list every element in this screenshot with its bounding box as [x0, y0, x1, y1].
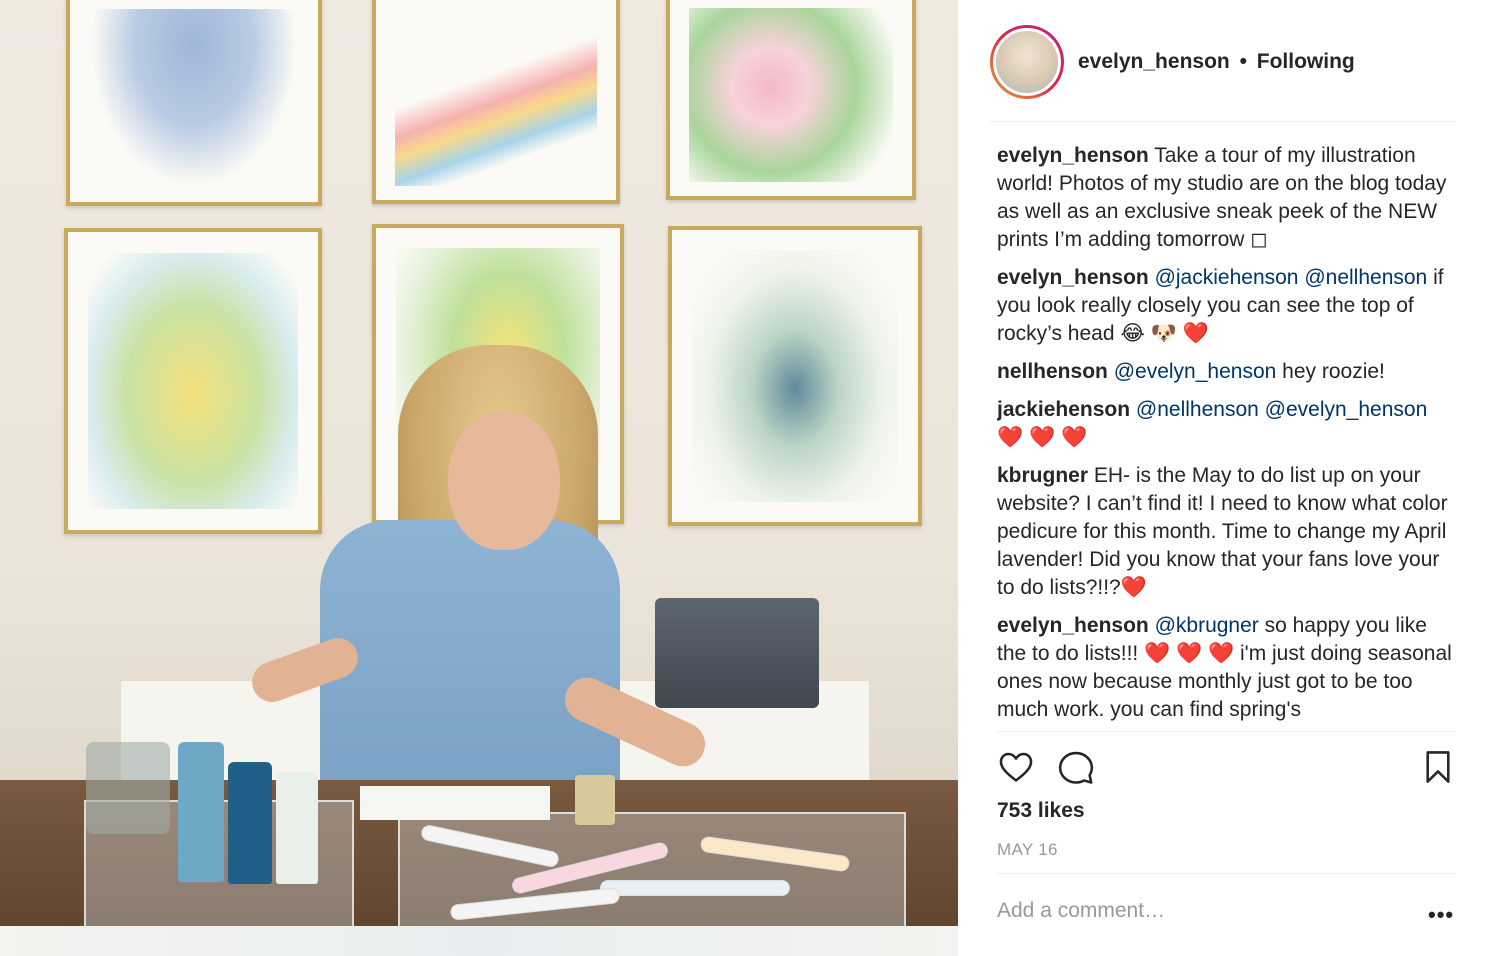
paint-bottle — [228, 762, 272, 884]
sketch-paper — [0, 926, 958, 956]
comment-username[interactable]: nellhenson — [997, 360, 1108, 383]
comment-text: ❤️ ❤️ ❤️ — [997, 426, 1088, 449]
printer — [655, 598, 819, 708]
comment-item: evelyn_henson @kbrugner so happy you lik… — [997, 612, 1459, 724]
post-date: MAY 16 — [997, 840, 1058, 859]
artwork-frame — [66, 0, 322, 206]
post-header-text: evelyn_henson • Following — [1078, 50, 1355, 74]
post-header: evelyn_henson • Following — [990, 24, 1456, 122]
bookmark-icon[interactable] — [1419, 748, 1457, 786]
paint-bottle — [276, 772, 318, 884]
artwork-frame — [372, 0, 620, 204]
comment-item: evelyn_henson @jackiehenson @nellhenson … — [997, 264, 1459, 348]
mention-link[interactable]: @nellhenson — [1136, 398, 1259, 421]
person-face — [448, 410, 560, 550]
comment-item: kbrugner EH- is the May to do list up on… — [997, 462, 1459, 602]
heart-outline-icon[interactable] — [997, 748, 1035, 786]
artwork-frame — [666, 0, 916, 200]
person-shirt — [320, 520, 620, 790]
username-link[interactable]: evelyn_henson — [1078, 50, 1230, 73]
comments-list[interactable]: evelyn_henson Take a tour of my illustra… — [997, 142, 1459, 730]
mention-link[interactable]: @evelyn_henson — [1114, 360, 1277, 383]
comment-username[interactable]: kbrugner — [997, 464, 1088, 487]
sketch-paper — [360, 786, 550, 820]
add-comment-input[interactable] — [997, 899, 1417, 923]
speech-bubble-icon[interactable] — [1057, 748, 1095, 786]
paint-jar — [575, 775, 615, 825]
divider — [997, 731, 1456, 732]
avatar[interactable] — [993, 27, 1061, 96]
mention-link[interactable]: @jackiehenson — [1155, 266, 1299, 289]
paint-jar — [86, 742, 170, 834]
comment-username[interactable]: evelyn_henson — [997, 266, 1149, 289]
more-options-button[interactable]: ••• — [1428, 902, 1454, 928]
paint-bottle — [178, 742, 224, 882]
likes-count[interactable]: 753 likes — [997, 799, 1085, 823]
comment-username[interactable]: jackiehenson — [997, 398, 1130, 421]
artwork-frame — [64, 228, 322, 534]
post-side-panel: evelyn_henson • Following evelyn_henson … — [958, 0, 1492, 956]
follow-status-button[interactable]: Following — [1257, 50, 1355, 73]
artwork-frame — [668, 226, 922, 526]
mention-link[interactable]: @kbrugner — [1155, 614, 1259, 637]
comment-item: nellhenson @evelyn_henson hey roozie! — [997, 358, 1459, 386]
comment-item: jackiehenson @nellhenson @evelyn_henson … — [997, 396, 1459, 452]
paint-tube — [600, 880, 790, 896]
comment-username[interactable]: evelyn_henson — [997, 614, 1149, 637]
mention-link[interactable]: @nellhenson — [1304, 266, 1427, 289]
divider — [997, 873, 1456, 874]
header-separator: • — [1239, 49, 1247, 73]
avatar-story-ring[interactable] — [990, 24, 1064, 99]
post-photo[interactable] — [0, 0, 958, 956]
mention-link[interactable]: @evelyn_henson — [1265, 398, 1428, 421]
comment-username[interactable]: evelyn_henson — [997, 144, 1149, 167]
comment-text: hey roozie! — [1276, 360, 1385, 383]
caption: evelyn_henson Take a tour of my illustra… — [997, 142, 1459, 254]
post-actions — [997, 744, 1456, 788]
